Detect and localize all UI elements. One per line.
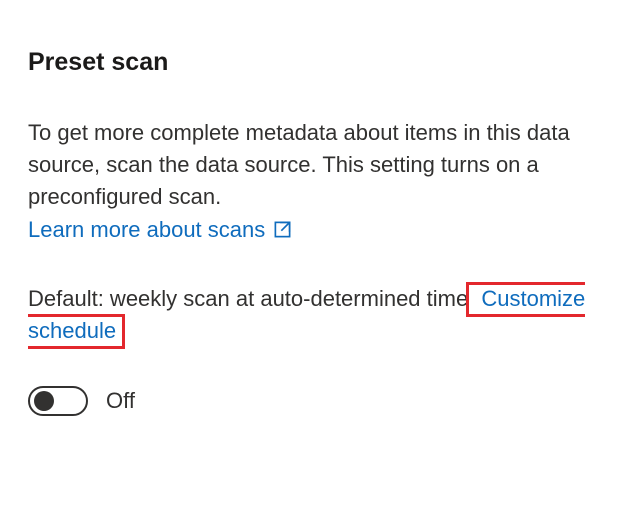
- schedule-default-text: Default: weekly scan at auto-determined …: [28, 286, 468, 311]
- preset-scan-heading: Preset scan: [28, 48, 593, 77]
- preset-scan-description: To get more complete metadata about item…: [28, 117, 593, 213]
- preset-scan-toggle[interactable]: [28, 386, 88, 416]
- toggle-label: Off: [106, 388, 135, 414]
- open-new-window-icon: [273, 220, 292, 239]
- toggle-row: Off: [28, 386, 593, 416]
- learn-more-row: Learn more about scans: [28, 217, 292, 243]
- schedule-block: Default: weekly scan at auto-determined …: [28, 283, 593, 347]
- learn-more-link[interactable]: Learn more about scans: [28, 217, 265, 243]
- toggle-knob: [34, 391, 54, 411]
